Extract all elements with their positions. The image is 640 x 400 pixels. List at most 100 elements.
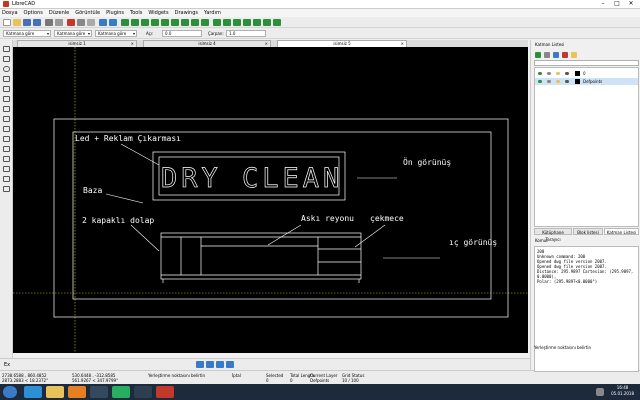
image-tool-icon[interactable] (3, 156, 10, 162)
maximize-icon[interactable]: □ (610, 0, 624, 8)
menu-yardim[interactable]: Yardım (204, 10, 221, 16)
chrome-icon[interactable] (112, 386, 130, 398)
lock-icon[interactable] (556, 80, 560, 83)
print-icon[interactable] (565, 72, 569, 75)
dimension-tool-icon[interactable] (3, 126, 10, 132)
print-icon[interactable] (45, 19, 53, 26)
start-button-icon[interactable] (3, 386, 17, 398)
title-bar: LibreCAD – □ ✕ (0, 0, 640, 9)
rectangle-tool-icon[interactable] (3, 116, 10, 122)
undo-icon[interactable] (99, 19, 107, 26)
linetype-combo[interactable]: Katmana göre ▾ (95, 30, 137, 37)
ellipse-tool-icon[interactable] (3, 86, 10, 92)
zoom-window-icon[interactable] (191, 19, 199, 26)
select-pointer-icon[interactable] (3, 46, 10, 52)
circle-tool-icon[interactable] (3, 66, 10, 72)
zoom-pan-icon[interactable] (201, 19, 209, 26)
taskbar-app-icon[interactable] (134, 386, 152, 398)
text-tool-icon[interactable] (3, 146, 10, 152)
snap-middle-icon[interactable] (263, 19, 271, 26)
menu-options[interactable]: Options (24, 10, 43, 16)
show-all-layers-icon[interactable] (535, 52, 541, 58)
factor-label: Çarpan: (208, 31, 224, 36)
snap-entity-icon[interactable] (243, 19, 251, 26)
copy-icon[interactable] (77, 19, 85, 26)
new-file-icon[interactable] (3, 19, 11, 26)
tab-block-list[interactable]: Blok listesi (573, 228, 603, 235)
layer-row-defpoints[interactable]: Defpoints (535, 78, 638, 85)
layer-filter-input[interactable] (534, 60, 639, 66)
menu-tools[interactable]: Tools (130, 10, 142, 16)
tab-isimsiz-4[interactable]: isimsiz 4 × (143, 40, 271, 47)
remove-layer-icon[interactable] (562, 52, 568, 58)
restrict-toggle-icon[interactable] (216, 361, 224, 368)
zoom-auto-icon[interactable] (171, 19, 179, 26)
tab-isimsiz-1[interactable]: isimsiz 1 × (17, 40, 137, 47)
tab-library-browser[interactable]: Kütüphane Tarayıcı (534, 228, 572, 242)
grid-icon[interactable] (121, 19, 129, 26)
add-layer-icon[interactable] (553, 52, 559, 58)
menu-widgets[interactable]: Widgets (148, 10, 168, 16)
tab-isimsiz-5[interactable]: isimsiz 5 × (277, 40, 407, 47)
modify-tool-icon[interactable] (3, 176, 10, 182)
save-icon[interactable] (23, 19, 31, 26)
minimize-icon[interactable]: – (596, 0, 610, 8)
color-combo[interactable]: Katmana göre ▾ (3, 30, 51, 37)
menu-drawings[interactable]: Drawings (175, 10, 198, 16)
print-preview-icon[interactable] (55, 19, 63, 26)
label-cekmece: çekmece (370, 214, 404, 223)
freeze-icon[interactable] (547, 80, 551, 83)
file-explorer-icon[interactable] (46, 386, 64, 398)
zoom-in-icon[interactable] (151, 19, 159, 26)
tab-layer-list[interactable]: Katman Listesi (604, 228, 639, 235)
snap-center-icon[interactable] (253, 19, 261, 26)
close-icon[interactable]: ✕ (624, 0, 638, 8)
draft-icon[interactable] (131, 19, 139, 26)
menu-plugins[interactable]: Plugins (106, 10, 124, 16)
eye-icon[interactable] (538, 80, 542, 83)
menu-goruntule[interactable]: Görüntüle (75, 10, 100, 16)
layer-row-0[interactable]: 0 (535, 70, 638, 77)
eye-icon[interactable] (538, 72, 542, 75)
open-folder-icon[interactable] (13, 19, 21, 26)
info-tool-icon[interactable] (3, 186, 10, 192)
snap-endpoint-icon[interactable] (233, 19, 241, 26)
menu-dosya[interactable]: Dosya (2, 10, 18, 16)
drawing-canvas[interactable]: DRY CLEAN Led + Reklam Çıkarması Baza 2 … (13, 47, 528, 353)
lock-icon[interactable] (556, 72, 560, 75)
hide-all-layers-icon[interactable] (544, 52, 550, 58)
menu-duzenle[interactable]: Düzenle (49, 10, 69, 16)
redraw-icon[interactable] (141, 19, 149, 26)
spline-tool-icon[interactable] (3, 106, 10, 112)
snap-toggle-icon[interactable] (196, 361, 204, 368)
tray-clock[interactable]: 16:48 05.01.2018 (611, 385, 634, 397)
line-tool-icon[interactable] (3, 56, 10, 62)
edit-layer-icon[interactable] (571, 52, 577, 58)
paste-icon[interactable] (87, 19, 95, 26)
angle-field[interactable]: 0.0 (162, 30, 202, 37)
save-as-icon[interactable] (33, 19, 41, 26)
polyline-tool-icon[interactable] (3, 96, 10, 102)
cut-icon[interactable] (67, 19, 75, 26)
relative-zero-icon[interactable] (226, 361, 234, 368)
ortho-toggle-icon[interactable] (206, 361, 214, 368)
internet-explorer-icon[interactable] (24, 386, 42, 398)
speaker-icon[interactable] (596, 388, 604, 396)
command-label: Ex (4, 362, 11, 368)
snap-intersection-icon[interactable] (273, 19, 281, 26)
snap-free-icon[interactable] (213, 19, 221, 26)
block-tool-icon[interactable] (3, 166, 10, 172)
zoom-previous-icon[interactable] (181, 19, 189, 26)
factor-field[interactable]: 1.0 (226, 30, 266, 37)
librecad-taskbar-icon[interactable] (156, 386, 174, 398)
print-icon[interactable] (565, 80, 569, 83)
firefox-icon[interactable] (68, 386, 86, 398)
taskbar-app-icon[interactable] (90, 386, 108, 398)
zoom-out-icon[interactable] (161, 19, 169, 26)
freeze-icon[interactable] (547, 72, 551, 75)
arc-tool-icon[interactable] (3, 76, 10, 82)
hatch-tool-icon[interactable] (3, 136, 10, 142)
width-combo[interactable]: Katmana göre ▾ (54, 30, 92, 37)
snap-grid-icon[interactable] (223, 19, 231, 26)
redo-icon[interactable] (109, 19, 117, 26)
